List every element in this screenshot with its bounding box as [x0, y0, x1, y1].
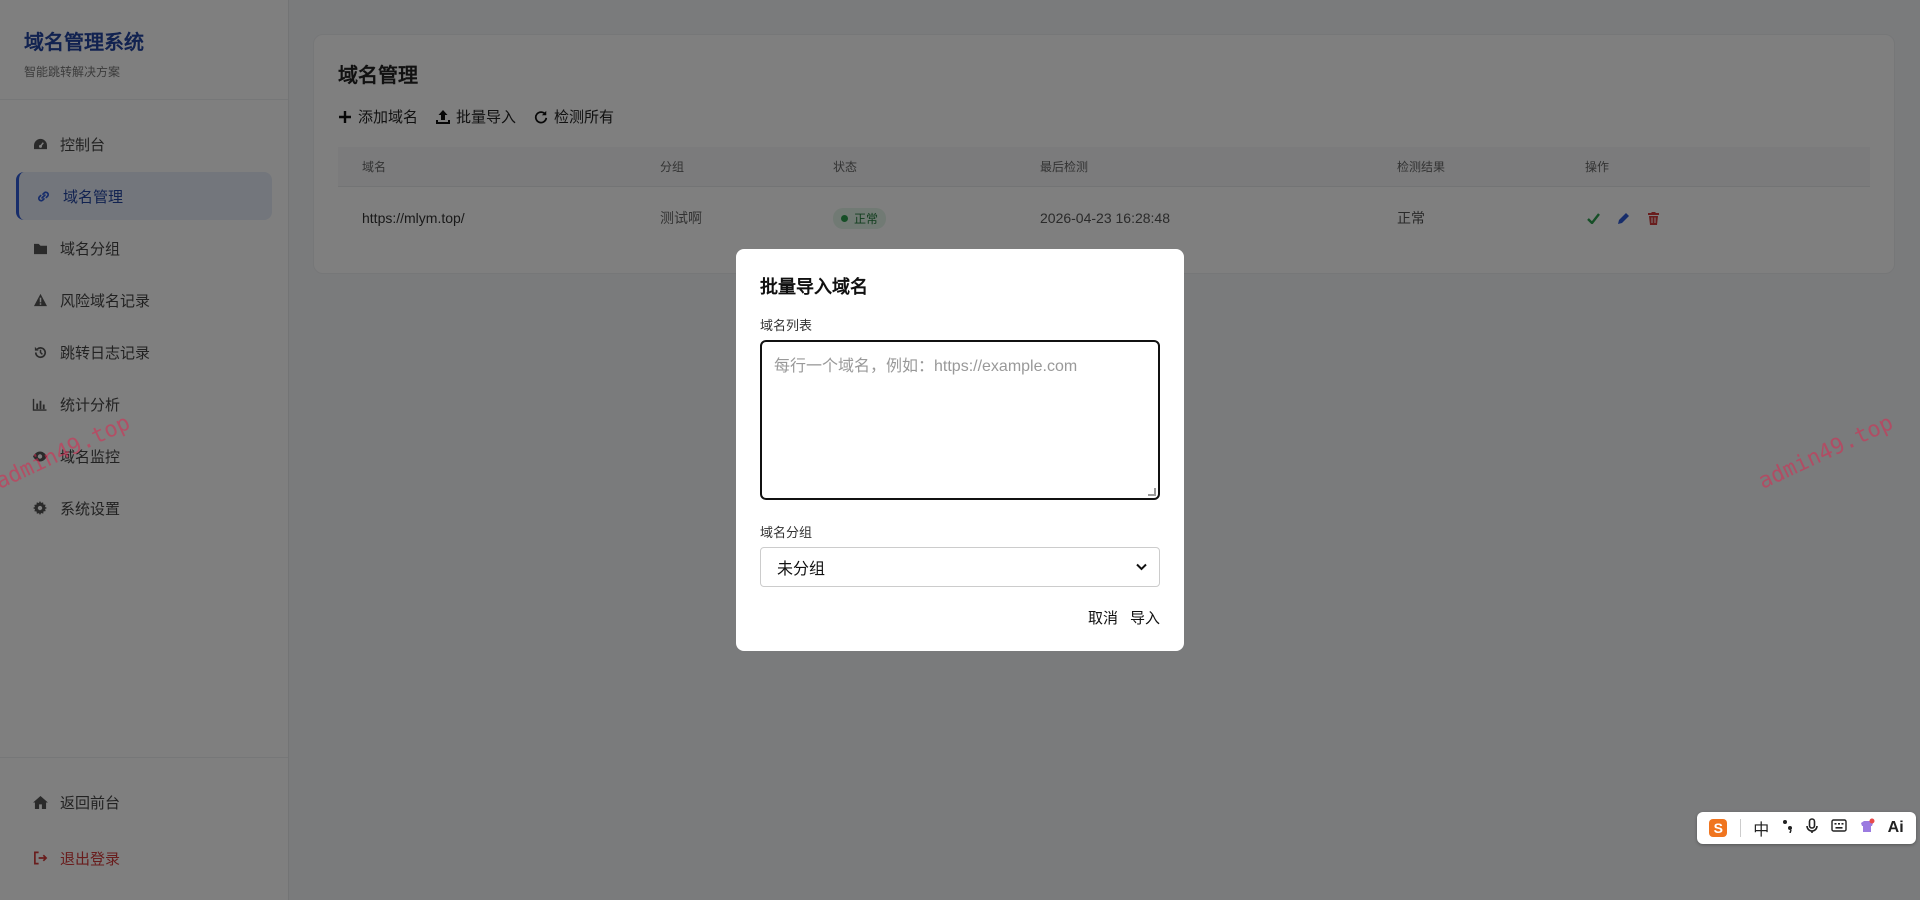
domain-group-label: 域名分组: [760, 525, 813, 540]
sogou-logo-icon[interactable]: S: [1709, 819, 1728, 837]
microphone-icon[interactable]: [1806, 817, 1818, 839]
modal-actions: 取消 导入: [760, 607, 1160, 628]
ai-button[interactable]: Ai: [1888, 819, 1904, 837]
domain-group-select[interactable]: 未分组: [760, 547, 1160, 587]
punctuation-icon[interactable]: [1782, 819, 1794, 838]
skin-icon[interactable]: [1859, 818, 1875, 839]
batch-import-modal: 批量导入域名 域名列表 每行一个域名，例如：https://example.co…: [736, 249, 1184, 651]
domain-list-label: 域名列表: [760, 318, 813, 333]
import-button[interactable]: 导入: [1130, 607, 1160, 628]
resize-handle[interactable]: [1148, 488, 1156, 496]
ime-language-toggle[interactable]: 中: [1753, 816, 1769, 840]
keyboard-icon[interactable]: [1830, 819, 1847, 837]
modal-title: 批量导入域名: [760, 277, 868, 297]
chevron-down-icon: [1136, 558, 1147, 576]
domain-list-placeholder: 每行一个域名，例如：https://example.com: [774, 358, 1078, 375]
ime-toolbar: S 中 Ai: [1697, 812, 1916, 844]
domain-group-selected: 未分组: [777, 561, 826, 578]
domain-list-textarea[interactable]: 每行一个域名，例如：https://example.com: [760, 340, 1160, 500]
cancel-button[interactable]: 取消: [1088, 607, 1118, 628]
divider: [1739, 819, 1741, 837]
